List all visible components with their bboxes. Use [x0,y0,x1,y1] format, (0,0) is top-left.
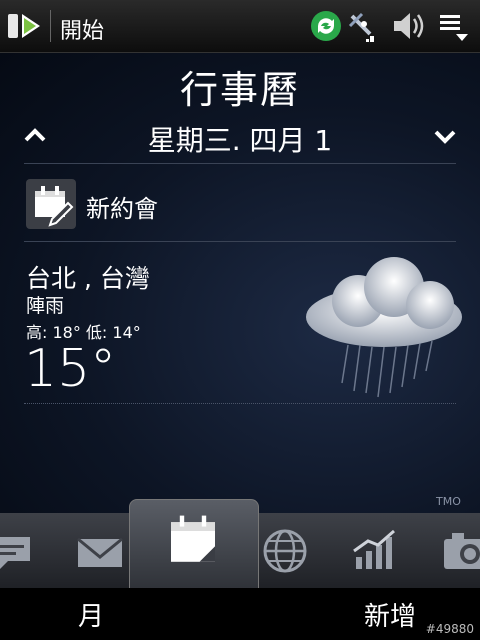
divider [24,403,456,405]
date-navigator: 星期三. 四月 1 [0,109,480,163]
start-menu-label[interactable]: 開始 [60,13,104,45]
status-bar: 開始 [0,0,480,53]
calendar-icon[interactable] [160,509,226,575]
status-divider [50,10,51,42]
chat-icon[interactable] [0,521,46,581]
month-softkey[interactable]: 月 [56,596,126,633]
weather-city[interactable]: 台北 , 台灣 [26,259,150,295]
tab-bar [0,499,480,589]
divider [24,241,456,242]
windows-logo-icon[interactable] [6,10,46,42]
weather-condition: 陣雨 [26,295,65,317]
edit-calendar-icon [26,179,76,229]
mail-icon[interactable] [70,521,130,581]
watermark: #49880 [425,622,474,636]
sync-icon[interactable] [308,8,344,44]
carrier-mark: TMO [436,495,461,508]
rain-cloud-icon [306,257,462,398]
softkey-bar: 月 新增 #49880 [0,588,480,640]
weather-temperature: 15° [24,339,117,399]
camera-icon[interactable] [438,521,480,581]
stocks-icon[interactable] [346,521,406,581]
signal-icon[interactable] [346,8,382,44]
page-title: 行事曆 [179,68,300,112]
add-softkey[interactable]: 新增 [350,596,430,633]
current-date: 星期三. 四月 1 [147,124,333,157]
chevron-down-icon[interactable] [428,119,462,153]
menu-icon[interactable] [436,8,472,44]
globe-icon[interactable] [255,521,315,581]
divider [24,163,456,164]
volume-icon[interactable] [390,8,426,44]
calendar-panel: 行事曆 星期三. 四月 1 新約會 台北 , 台灣 陣雨 高: 18° 低: 1… [0,53,480,513]
new-appointment-label: 新約會 [86,195,158,223]
